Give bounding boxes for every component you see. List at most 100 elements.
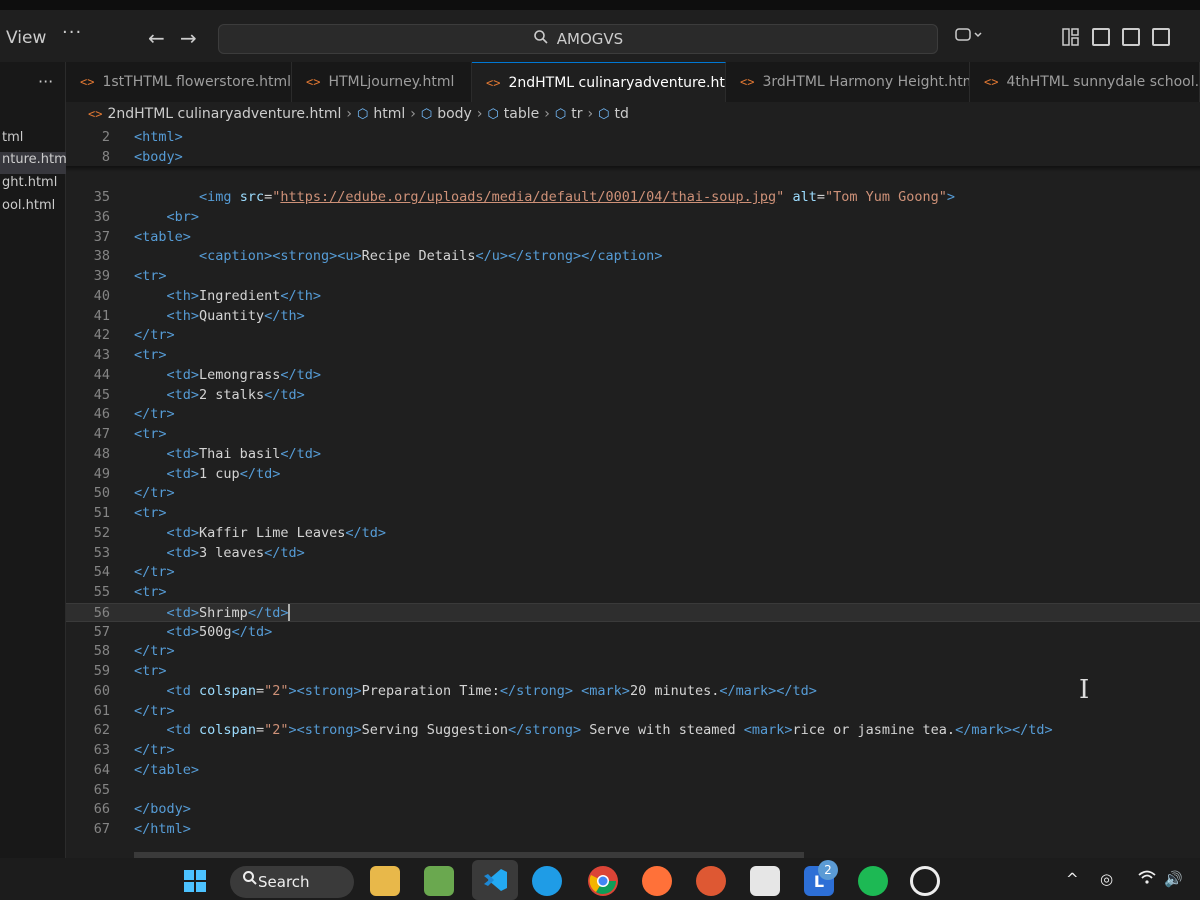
code-line[interactable]: 53 <td>3 leaves</td> [66, 544, 1200, 563]
wifi-icon[interactable] [1138, 870, 1156, 888]
code-line[interactable]: 46 </tr> [66, 405, 1200, 424]
menu-view[interactable]: View [6, 28, 46, 48]
code-line[interactable]: 63 </tr> [66, 741, 1200, 760]
breadcrumb-item[interactable]: html [373, 106, 405, 122]
code-line[interactable]: 61 </tr> [66, 702, 1200, 721]
code-line[interactable]: 59 <tr> [66, 662, 1200, 681]
breadcrumb-item[interactable]: tr [571, 106, 582, 122]
app-ring-icon[interactable] [910, 866, 940, 896]
code-line[interactable]: 67 </html> [66, 820, 1200, 839]
breadcrumb-item[interactable]: body [437, 106, 472, 122]
code-line[interactable]: 47 <tr> [66, 425, 1200, 444]
tab-flowerstore[interactable]: <> 1stTHTML flowerstore.html [66, 62, 292, 102]
code-line[interactable]: 45 <td>2 stalks</td> [66, 386, 1200, 405]
chevron-right-icon: › [476, 106, 483, 122]
line-number: 36 [93, 208, 110, 225]
code-line[interactable]: 57 <td>500g</td> [66, 623, 1200, 642]
microsoft-store-icon[interactable] [750, 866, 780, 896]
code-line[interactable]: 40 <th>Ingredient</th> [66, 287, 1200, 306]
file-explorer-icon[interactable] [370, 866, 400, 896]
line-number: 51 [93, 505, 110, 521]
tab-sunnydale-school[interactable]: <> 4thHTML sunnydale school.html [970, 62, 1200, 102]
toggle-secondary-sidebar-icon[interactable] [1152, 28, 1170, 46]
code-line[interactable]: 62 <td colspan="2"><strong>Serving Sugge… [66, 721, 1200, 740]
code-line[interactable]: 54 </tr> [66, 563, 1200, 582]
tab-label: 4thHTML sunnydale school.html [1006, 74, 1200, 90]
element-cube-icon: ⬡ [420, 106, 433, 122]
code-line[interactable]: 58 </tr> [66, 642, 1200, 661]
sticky-code-line[interactable]: 8 <body> [66, 148, 1200, 167]
code-line[interactable]: 43 <tr> [66, 346, 1200, 365]
windows-start-icon[interactable] [180, 866, 210, 896]
code-line[interactable]: 65 [66, 781, 1200, 800]
code-line[interactable]: 55 <tr> [66, 583, 1200, 602]
code-line[interactable]: 44 <td>Lemongrass</td> [66, 366, 1200, 385]
text-cursor-icon: I [1079, 675, 1090, 705]
tab-harmony-height[interactable]: <> 3rdHTML Harmony Height.html [726, 62, 970, 102]
line-number: 60 [93, 682, 110, 699]
back-arrow-icon[interactable]: ← [148, 26, 165, 50]
sticky-code-line[interactable]: 2 <html> [66, 128, 1200, 147]
tray-app-icon[interactable]: ◎ [1100, 870, 1113, 888]
tray-chevron-icon[interactable]: ^ [1066, 870, 1079, 888]
code-line[interactable]: 56 <td>Shrimp</td> [66, 602, 1200, 622]
explorer-file-item[interactable]: ght.html [0, 175, 66, 197]
code-text: <tr> [134, 584, 167, 600]
chrome-icon[interactable] [588, 866, 618, 896]
line-number: 61 [93, 702, 110, 719]
spotify-icon[interactable] [858, 866, 888, 896]
code-text: <td>Shrimp</td> [166, 604, 291, 622]
code-line[interactable]: 64 </table> [66, 761, 1200, 780]
code-line[interactable]: 42 </tr> [66, 326, 1200, 345]
code-text: <td>2 stalks</td> [166, 386, 305, 403]
duckduckgo-icon[interactable] [696, 866, 726, 896]
copilot-icon[interactable] [955, 26, 983, 48]
firefox-icon[interactable] [642, 866, 672, 896]
breadcrumb-item[interactable]: td [614, 106, 628, 122]
toggle-primary-sidebar-icon[interactable] [1092, 28, 1110, 46]
breadcrumb-item[interactable]: table [504, 106, 539, 122]
taskbar-search[interactable]: Search [230, 866, 354, 898]
code-line[interactable]: 49 <td>1 cup</td> [66, 465, 1200, 484]
breadcrumb-item[interactable]: 2ndHTML culinaryadventure.html [107, 106, 341, 122]
tab-culinaryadventure[interactable]: <> 2ndHTML culinaryadventure.html ✕ [472, 62, 726, 102]
edge-icon[interactable] [532, 866, 562, 896]
html-file-icon: <> [740, 75, 755, 89]
code-line[interactable]: 50 </tr> [66, 484, 1200, 503]
customize-layout-icon[interactable] [1062, 28, 1080, 46]
explorer-more-icon[interactable]: ··· [38, 72, 53, 91]
code-line[interactable]: 48 <td>Thai basil</td> [66, 445, 1200, 464]
code-text: </html> [134, 821, 191, 837]
vscode-icon[interactable] [472, 860, 518, 900]
explorer-file-item[interactable]: nture.html [0, 152, 66, 174]
code-line[interactable]: 37 <table> [66, 228, 1200, 247]
code-line[interactable]: 52 <td>Kaffir Lime Leaves</td> [66, 524, 1200, 543]
explorer-file-item[interactable]: ool.html [0, 198, 66, 220]
code-text: <td>3 leaves</td> [166, 544, 305, 561]
tab-htmljourney[interactable]: <> HTMLjourney.html [292, 62, 472, 102]
code-text: <tr> [134, 268, 167, 284]
code-line[interactable]: 41 <th>Quantity</th> [66, 307, 1200, 326]
code-line[interactable]: 36 <br> [66, 208, 1200, 227]
explorer-file-item[interactable]: tml [0, 130, 66, 152]
line-number: 46 [93, 406, 110, 423]
chevron-right-icon: › [544, 106, 550, 122]
code-text: <tr> [134, 426, 167, 442]
chevron-right-icon: › [410, 106, 416, 122]
code-line[interactable]: 60 <td colspan="2"><strong>Preparation T… [66, 682, 1200, 701]
menu-more-icon[interactable]: ··· [62, 22, 82, 43]
tab-label: HTMLjourney.html [328, 74, 455, 90]
notepad-icon[interactable] [424, 866, 454, 896]
command-center-search[interactable]: AMOGVS [218, 24, 938, 54]
code-line[interactable]: 51 <tr> [66, 504, 1200, 523]
code-editor[interactable]: 2 <html> 8 <body> 35 <img src="https://edub… [66, 126, 1200, 858]
toggle-panel-icon[interactable] [1122, 28, 1140, 46]
code-line[interactable]: 39 <tr> [66, 267, 1200, 286]
code-line[interactable]: 35 <img src="https://edube.org/uploads/m… [66, 188, 1200, 207]
code-line[interactable]: 38 <caption><strong><u>Recipe Details</u… [66, 247, 1200, 266]
code-line[interactable]: 66 </body> [66, 800, 1200, 819]
code-text: <img src="https://edube.org/uploads/medi… [199, 189, 956, 205]
volume-icon[interactable]: 🔊 [1164, 870, 1183, 888]
forward-arrow-icon[interactable]: → [180, 26, 197, 50]
code-text: </tr> [134, 564, 175, 581]
